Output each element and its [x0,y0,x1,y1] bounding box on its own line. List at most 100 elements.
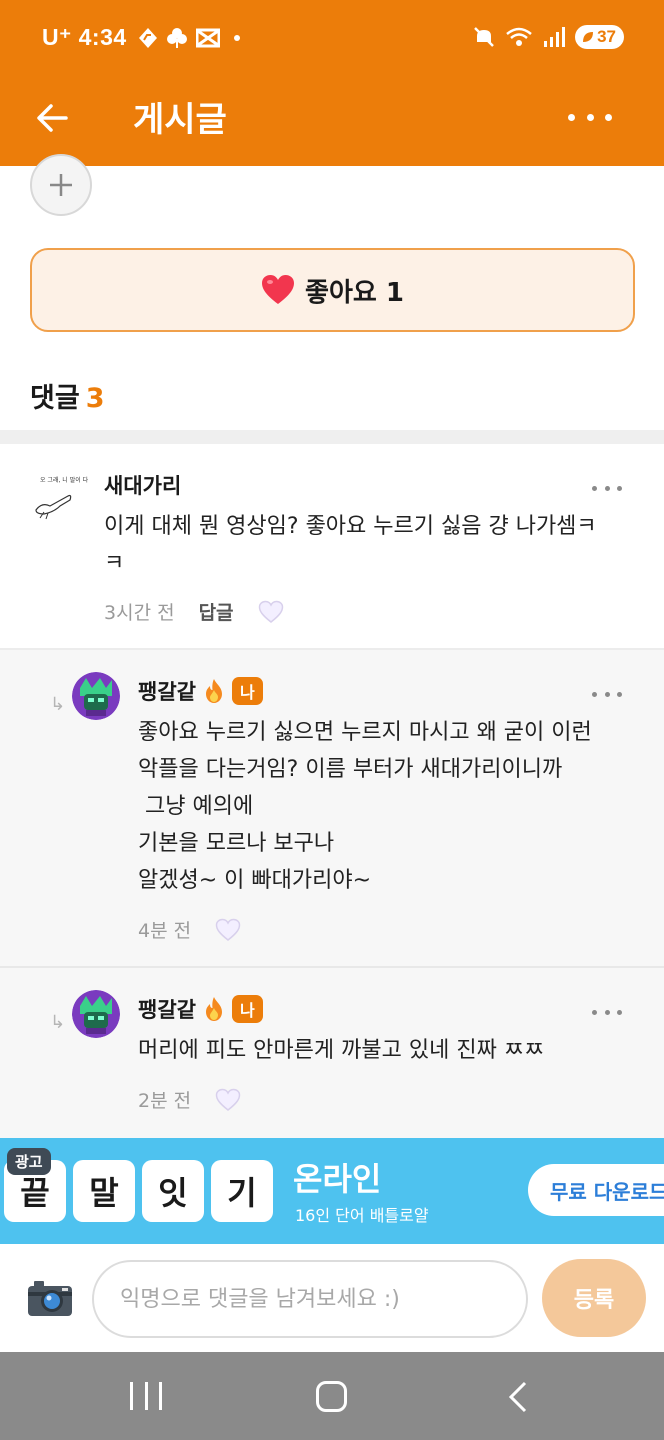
author-name: 팽갈같 [138,680,196,704]
reply-item: ↳ 팽갈같 나 머리에 피도 안마른게 까불고 있네 진짜 ㅉㅉ 2분 전 [0,968,664,1140]
heart-outline-icon[interactable] [215,918,241,942]
comment-text: 좋아요 누르기 싫으면 누르지 마시고 왜 굳이 이런 악플을 다는거임? 이름… [138,720,592,893]
system-icons: 37 [473,25,624,49]
comment-more-button[interactable] [592,484,622,492]
author-name: 팽갈같 [138,998,196,1022]
comments-header: 댓글 3 [30,376,104,415]
ad-download-button[interactable]: 무료 다운로드 [528,1164,664,1216]
wifi-icon [506,27,532,46]
ad-subtitle: 16인 단어 배틀로얄 [295,1206,429,1225]
reply-item: ↳ 팽갈같 나 좋아요 누르기 싫으면 누르지 마시고 왜 굳이 이런 악플을 … [0,650,664,968]
fire-icon [205,679,222,703]
comment-time: 4분 전 [138,920,192,942]
comment-text: 머리에 피도 안마른게 까불고 있네 진짜 ㅉㅉ [138,1038,545,1063]
ad-word-tile: 기 [211,1160,273,1222]
battery-level: 37 [597,27,616,46]
like-label: 좋아요 1 [305,277,404,308]
comment-more-button[interactable] [592,1008,622,1016]
more-dot-icon [604,691,610,697]
more-dot-icon [604,1009,610,1015]
reply-arrow-icon: ↳ [50,1012,66,1033]
avatar[interactable] [72,990,120,1038]
reply-button[interactable]: 답글 [199,598,234,625]
recent-apps-icon [130,1382,133,1410]
comment-author[interactable]: 새대가리 [104,470,181,500]
more-dot-icon [604,485,610,491]
me-badge: 나 [231,995,263,1023]
comments-title: 댓글 [30,383,80,414]
carrier-label: U⁺ [42,24,72,50]
comment-meta: 2분 전 [138,1086,241,1113]
heart-outline-icon[interactable] [258,600,284,624]
more-dot-icon [605,113,612,121]
recent-apps-button[interactable] [130,1382,162,1410]
back-button[interactable] [30,96,74,140]
me-badge: 나 [231,677,263,705]
fire-icon [205,997,222,1021]
comment-input[interactable] [92,1260,528,1338]
comment-input-bar: 등록 [0,1244,664,1352]
ad-word-tile: 말 [73,1160,135,1222]
heart-outline-icon[interactable] [215,1088,241,1112]
home-button[interactable] [316,1381,347,1412]
comments-count: 3 [85,383,105,414]
system-nav-bar [0,1352,664,1440]
navigation-icon [139,28,157,48]
author-name: 새대가리 [104,474,182,498]
battery-leaf-icon [583,32,594,42]
section-divider [0,430,664,444]
avatar[interactable] [72,672,120,720]
comment-meta: 4분 전 [138,916,241,943]
camera-icon [28,1281,72,1316]
page-title: 게시글 [133,100,227,140]
chevron-left-icon [508,1381,527,1413]
comment-time: 2분 전 [138,1090,192,1112]
recent-apps-icon [159,1382,162,1410]
comment-time: 3시간 전 [104,602,175,624]
camera-button[interactable] [26,1278,74,1318]
comment-author[interactable]: 팽갈같 나 [138,994,263,1024]
status-bar: U⁺ 4:34 37 [0,0,664,78]
comment-more-button[interactable] [592,690,622,698]
mail-icon [196,28,220,48]
more-dot-icon [586,113,594,121]
status-time: U⁺ 4:34 [42,24,127,51]
avatar-caption-line: 오 그래, 니 말이 다 맞아 [40,476,88,484]
game-character-avatar-icon [72,990,120,1038]
heart-icon [262,275,295,304]
arrow-left-icon [37,104,68,132]
more-dot-icon [617,485,622,491]
game-character-avatar-icon [72,672,120,720]
app-bar: 게시글 [0,78,664,166]
mute-icon [474,27,494,47]
comment-author[interactable]: 팽갈같 나 [138,676,263,706]
ad-title: 온라인 [293,1160,382,1198]
comment-text: 이게 대체 뭔 영상임? 좋아요 누르기 싫음 걍 나가셈ㅋ ㅋ [104,514,597,576]
reply-arrow-icon: ↳ [50,694,66,715]
like-button[interactable]: 좋아요 1 [30,248,635,332]
signal-icon [544,27,566,47]
ad-word-tile: 잇 [142,1160,204,1222]
recent-apps-icon [144,1382,148,1410]
battery-indicator: 37 [575,25,624,49]
ad-badge: 광고 [7,1148,51,1175]
ad-banner[interactable]: 끝 말 잇 기 광고 온라인 16인 단어 배틀로얄 무료 다운로드 [0,1138,664,1244]
avatar[interactable]: 오 그래, 니 말이 다 맞아 [30,472,102,522]
more-dot-icon [617,1009,622,1015]
more-dot-icon [617,691,622,697]
more-dot-icon [592,1009,597,1015]
clock: 4:34 [78,24,127,50]
comment-meta: 3시간 전 답글 [104,598,284,625]
more-options-button[interactable] [568,110,612,124]
more-dot-icon [568,113,575,121]
comment-item: 오 그래, 니 말이 다 맞아 새대가리 이게 대체 뭔 영상임? 좋아요 누르… [0,444,664,650]
sketch-avatar-icon: 오 그래, 니 말이 다 맞아 [35,476,102,520]
notification-icons [138,27,240,49]
more-dot-icon [592,691,597,697]
add-button[interactable] [30,154,92,216]
plus-icon [50,174,72,196]
submit-button[interactable]: 등록 [542,1259,646,1337]
system-back-button[interactable] [505,1380,531,1414]
clover-icon [167,28,187,48]
more-dot-icon [592,485,597,491]
